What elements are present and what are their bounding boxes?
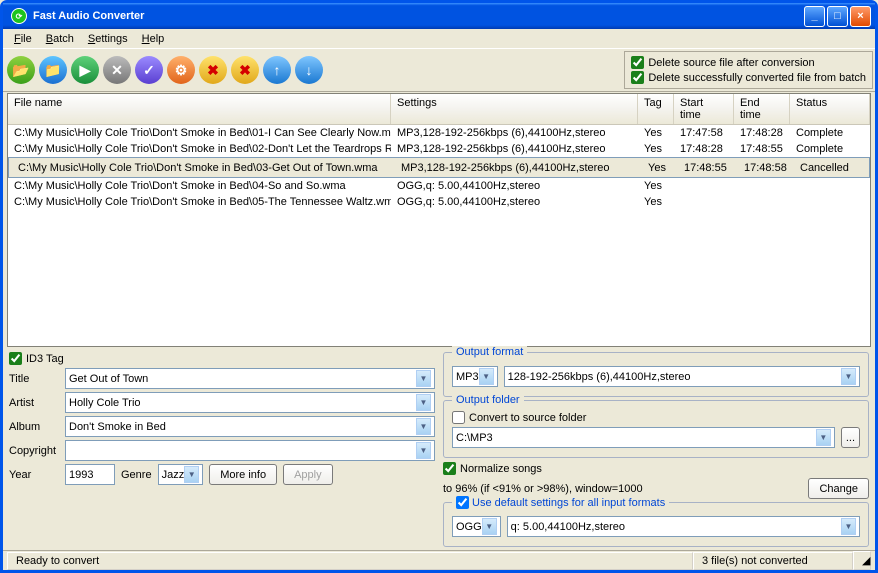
remove-file-icon[interactable]: ✖ bbox=[199, 56, 227, 84]
artist-field[interactable]: Holly Cole Trio▼ bbox=[65, 392, 435, 413]
bottom-panels: ID3 Tag Title Get Out of Town▼ Artist Ho… bbox=[3, 349, 875, 550]
table-row[interactable]: C:\My Music\Holly Cole Trio\Don't Smoke … bbox=[8, 157, 870, 178]
genre-field[interactable]: Jazz▼ bbox=[158, 464, 204, 485]
format-select[interactable]: MP3▼ bbox=[452, 366, 498, 387]
output-folder-legend: Output folder bbox=[452, 394, 524, 406]
table-row[interactable]: C:\My Music\Holly Cole Trio\Don't Smoke … bbox=[8, 194, 870, 210]
browse-button[interactable]: ... bbox=[841, 427, 860, 448]
title-label: Title bbox=[9, 373, 59, 385]
copyright-field[interactable]: ▼ bbox=[65, 440, 435, 461]
table-row[interactable]: C:\My Music\Holly Cole Trio\Don't Smoke … bbox=[8, 125, 870, 141]
output-format-group: Output format MP3▼ 128-192-256kbps (6),4… bbox=[443, 352, 869, 397]
copyright-label: Copyright bbox=[9, 445, 59, 457]
chevron-down-icon[interactable]: ▼ bbox=[482, 518, 497, 535]
add-folder-icon[interactable]: 📁 bbox=[39, 56, 67, 84]
output-folder-group: Output folder Convert to source folder C… bbox=[443, 400, 869, 458]
chevron-down-icon[interactable]: ▼ bbox=[416, 418, 431, 435]
chevron-down-icon[interactable]: ▼ bbox=[416, 442, 431, 459]
album-field[interactable]: Don't Smoke in Bed▼ bbox=[65, 416, 435, 437]
menu-batch[interactable]: Batch bbox=[39, 31, 81, 47]
titlebar[interactable]: ⟳ Fast Audio Converter _ □ × bbox=[3, 3, 875, 29]
change-button[interactable]: Change bbox=[808, 478, 869, 499]
input-preset-select[interactable]: q: 5.00,44100Hz,stereo▼ bbox=[507, 516, 860, 537]
col-settings[interactable]: Settings bbox=[391, 94, 638, 124]
table-row[interactable]: C:\My Music\Holly Cole Trio\Don't Smoke … bbox=[8, 178, 870, 194]
artist-label: Artist bbox=[9, 397, 59, 409]
chevron-down-icon[interactable]: ▼ bbox=[841, 518, 856, 535]
col-end[interactable]: End time bbox=[734, 94, 790, 124]
col-start[interactable]: Start time bbox=[674, 94, 734, 124]
menu-settings[interactable]: Settings bbox=[81, 31, 135, 47]
table-body[interactable]: C:\My Music\Holly Cole Trio\Don't Smoke … bbox=[8, 125, 870, 346]
default-settings-legend[interactable]: Use default settings for all input forma… bbox=[452, 496, 669, 509]
options-panel: Delete source file after conversion Dele… bbox=[624, 51, 873, 89]
statusbar: Ready to convert 3 file(s) not converted… bbox=[3, 550, 875, 570]
move-up-icon[interactable]: ↑ bbox=[263, 56, 291, 84]
normalize-checkbox[interactable]: Normalize songs bbox=[443, 462, 542, 475]
settings-icon[interactable]: ⚙ bbox=[167, 56, 195, 84]
title-field[interactable]: Get Out of Town▼ bbox=[65, 368, 435, 389]
toolbar-row: 📂 📁 ▶ ✕ ✓ ⚙ ✖ ✖ ↑ ↓ Delete source file a… bbox=[3, 49, 875, 92]
default-settings-group: Use default settings for all input forma… bbox=[443, 502, 869, 547]
preset-select[interactable]: 128-192-256kbps (6),44100Hz,stereo▼ bbox=[504, 366, 860, 387]
id3-panel: ID3 Tag Title Get Out of Town▼ Artist Ho… bbox=[9, 349, 435, 550]
album-label: Album bbox=[9, 421, 59, 433]
chevron-down-icon[interactable]: ▼ bbox=[479, 368, 494, 385]
chevron-down-icon[interactable]: ▼ bbox=[416, 394, 431, 411]
table-row[interactable]: C:\My Music\Holly Cole Trio\Don't Smoke … bbox=[8, 141, 870, 157]
run-icon[interactable]: ▶ bbox=[71, 56, 99, 84]
year-field[interactable] bbox=[65, 464, 115, 485]
window-title: Fast Audio Converter bbox=[31, 10, 802, 22]
main-window: ⟳ Fast Audio Converter _ □ × File Batch … bbox=[0, 0, 878, 573]
delete-source-checkbox[interactable]: Delete source file after conversion bbox=[631, 56, 866, 69]
stop-icon[interactable]: ✕ bbox=[103, 56, 131, 84]
toolbar: 📂 📁 ▶ ✕ ✓ ⚙ ✖ ✖ ↑ ↓ bbox=[3, 53, 327, 87]
move-down-icon[interactable]: ↓ bbox=[295, 56, 323, 84]
chevron-down-icon[interactable]: ▼ bbox=[816, 429, 831, 446]
status-right: 3 file(s) not converted bbox=[693, 552, 853, 570]
more-info-button[interactable]: More info bbox=[209, 464, 277, 485]
chevron-down-icon[interactable]: ▼ bbox=[841, 368, 856, 385]
input-format-select[interactable]: OGG▼ bbox=[452, 516, 501, 537]
clear-all-icon[interactable]: ✖ bbox=[231, 56, 259, 84]
year-label: Year bbox=[9, 469, 59, 481]
folder-field[interactable]: C:\MP3▼ bbox=[452, 427, 835, 448]
convert-source-checkbox[interactable]: Convert to source folder bbox=[452, 411, 860, 424]
close-button[interactable]: × bbox=[850, 6, 871, 27]
menu-file[interactable]: File bbox=[7, 31, 39, 47]
add-files-icon[interactable]: 📂 bbox=[7, 56, 35, 84]
menubar: File Batch Settings Help bbox=[3, 29, 875, 49]
output-panel: Output format MP3▼ 128-192-256kbps (6),4… bbox=[443, 349, 869, 550]
col-tag[interactable]: Tag bbox=[638, 94, 674, 124]
minimize-button[interactable]: _ bbox=[804, 6, 825, 27]
col-status[interactable]: Status bbox=[790, 94, 870, 124]
check-icon[interactable]: ✓ bbox=[135, 56, 163, 84]
genre-label: Genre bbox=[121, 469, 152, 481]
apply-button[interactable]: Apply bbox=[283, 464, 333, 485]
file-table: File name Settings Tag Start time End ti… bbox=[7, 93, 871, 347]
chevron-down-icon[interactable]: ▼ bbox=[184, 466, 199, 483]
id3-checkbox[interactable]: ID3 Tag bbox=[9, 352, 435, 365]
app-icon: ⟳ bbox=[11, 8, 27, 24]
chevron-down-icon[interactable]: ▼ bbox=[416, 370, 431, 387]
delete-batch-checkbox[interactable]: Delete successfully converted file from … bbox=[631, 71, 866, 84]
table-header: File name Settings Tag Start time End ti… bbox=[8, 94, 870, 125]
status-left: Ready to convert bbox=[7, 552, 693, 570]
output-format-legend: Output format bbox=[452, 346, 527, 358]
normalize-desc: to 96% (if <91% or >98%), window=1000 bbox=[443, 483, 802, 495]
maximize-button[interactable]: □ bbox=[827, 6, 848, 27]
menu-help[interactable]: Help bbox=[135, 31, 172, 47]
col-filename[interactable]: File name bbox=[8, 94, 391, 124]
